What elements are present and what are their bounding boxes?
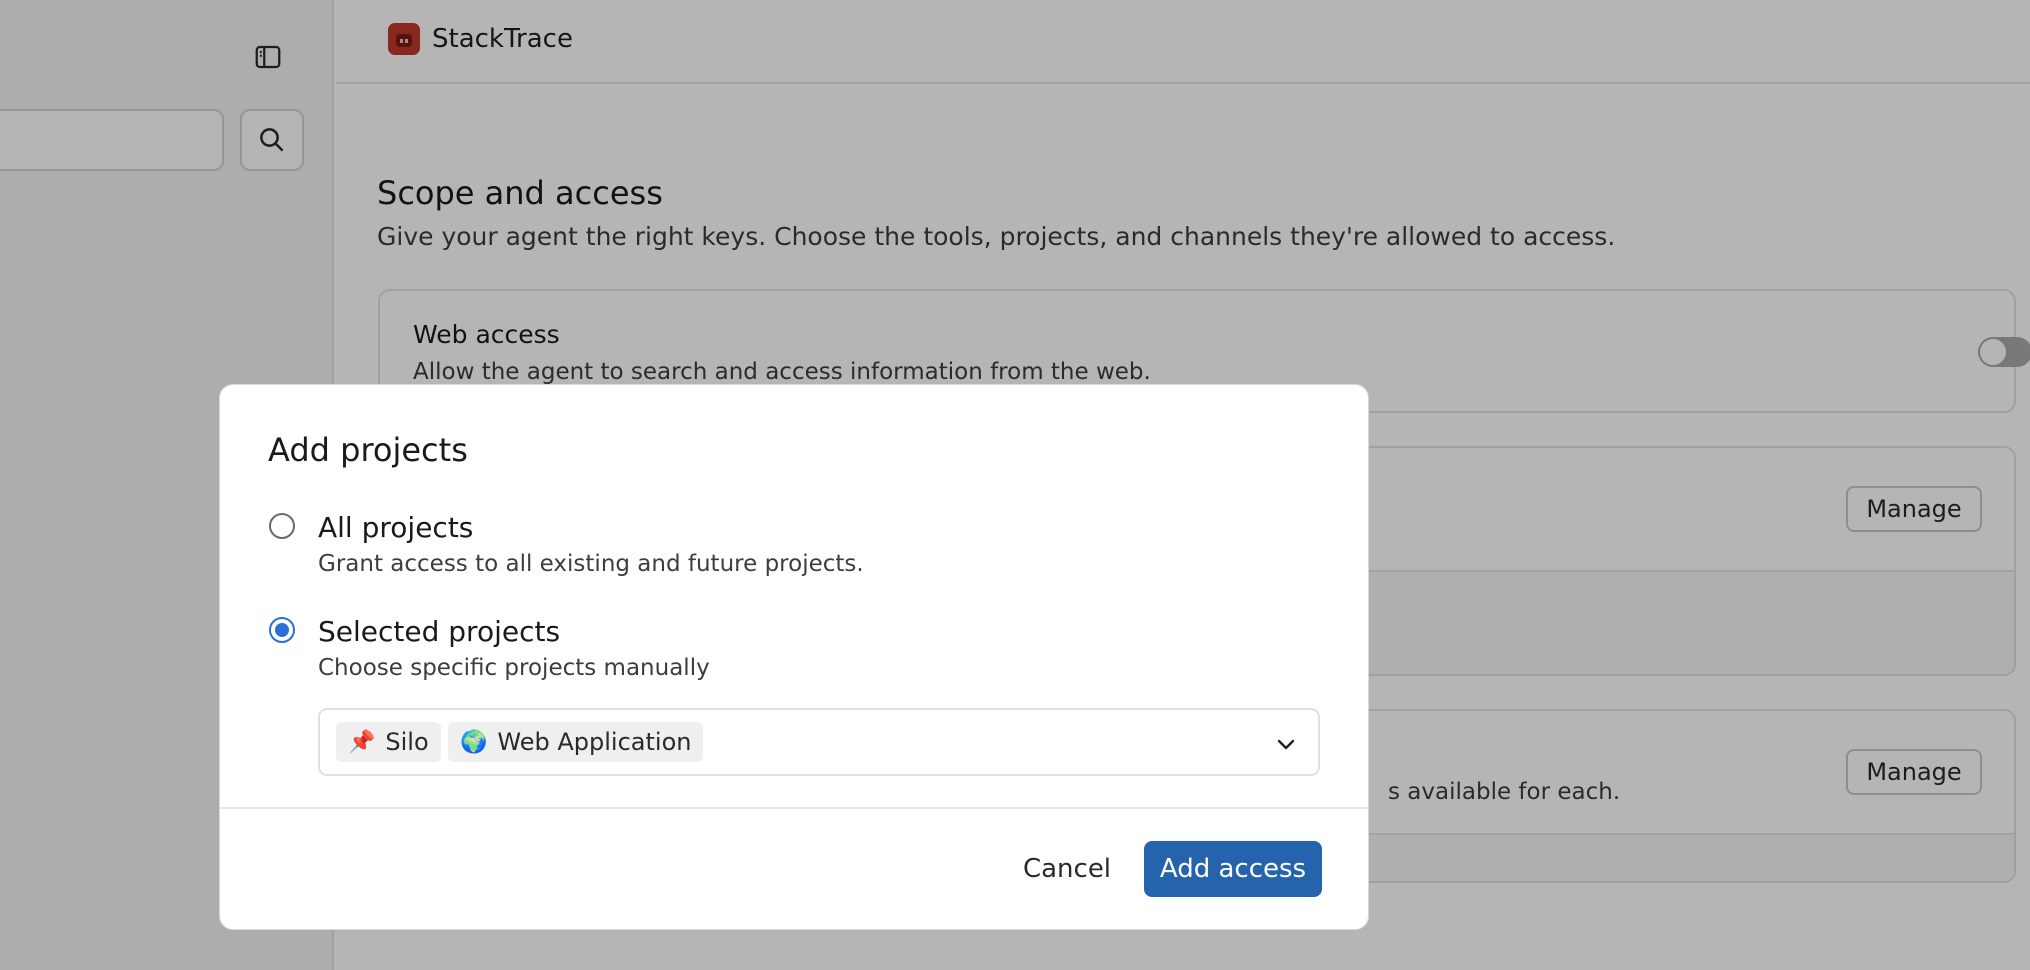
selected-projects-description: Choose specific projects manually (318, 655, 710, 681)
all-projects-radio[interactable] (269, 513, 295, 539)
dialog-title: Add projects (268, 431, 468, 469)
selected-projects-radio[interactable] (269, 617, 295, 643)
project-multiselect[interactable]: 📌 Silo 🌍 Web Application (318, 708, 1320, 776)
dropdown-toggle[interactable] (1272, 730, 1300, 758)
all-projects-label[interactable]: All projects (318, 511, 473, 544)
page: StackTrace Scope and access Give your ag… (0, 0, 2030, 970)
project-chip-web-application[interactable]: 🌍 Web Application (448, 722, 704, 762)
add-access-button[interactable]: Add access (1144, 841, 1322, 897)
selected-projects-label[interactable]: Selected projects (318, 615, 560, 648)
globe-icon: 🌍 (460, 729, 488, 755)
pushpin-icon: 📌 (348, 729, 376, 755)
chevron-down-icon (1277, 739, 1295, 750)
cancel-button[interactable]: Cancel (1000, 841, 1134, 897)
dialog-divider (220, 807, 1368, 809)
add-projects-dialog: Add projects All projects Grant access t… (219, 384, 1369, 930)
all-projects-description: Grant access to all existing and future … (318, 551, 864, 577)
project-chip-label: Web Application (497, 728, 692, 756)
project-chip-silo[interactable]: 📌 Silo (336, 722, 441, 762)
project-chip-label: Silo (385, 728, 429, 756)
